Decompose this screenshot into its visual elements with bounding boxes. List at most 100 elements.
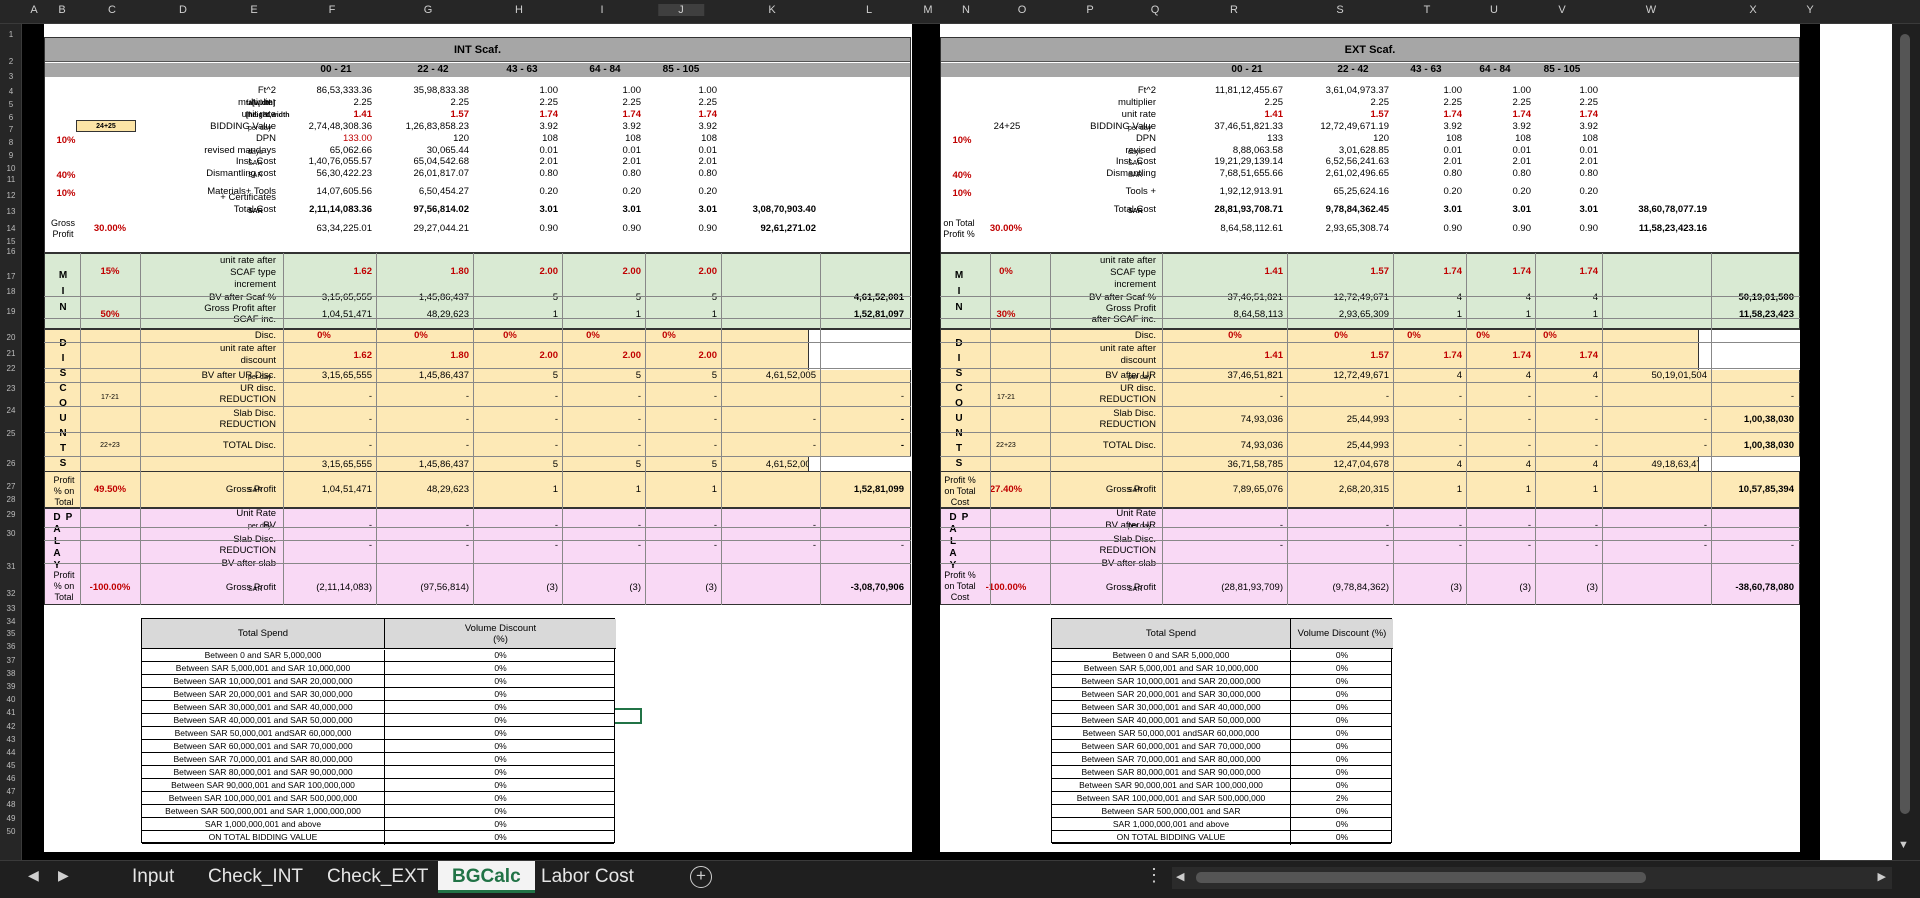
row-label-28[interactable]: 28 (0, 495, 22, 504)
row-label-15[interactable]: 15 (0, 237, 22, 246)
column-label-M[interactable]: M (923, 4, 932, 16)
column-label-D[interactable]: D (179, 4, 187, 16)
row-label-2[interactable]: 2 (0, 57, 22, 66)
row-label-6[interactable]: 6 (0, 113, 22, 122)
row-label-25[interactable]: 25 (0, 429, 22, 438)
int-dismantling-val-0: 56,30,422.23 (316, 168, 372, 179)
row-label-42[interactable]: 42 (0, 722, 22, 731)
sheet-tab-input[interactable]: Input (118, 861, 188, 893)
column-label-V[interactable]: V (1558, 4, 1565, 16)
row-label-37[interactable]: 37 (0, 656, 22, 665)
sheet-tab-bgcalc[interactable]: BGCalc (438, 861, 535, 893)
row-label-16[interactable]: 16 (0, 247, 22, 256)
column-label-W[interactable]: W (1646, 4, 1656, 16)
column-label-T[interactable]: T (1424, 4, 1431, 16)
row-label-50[interactable]: 50 (0, 827, 22, 836)
int-dp-gp-1: (97,56,814) (420, 582, 469, 593)
row-label-18[interactable]: 18 (0, 287, 22, 296)
row-label-19[interactable]: 19 (0, 307, 22, 316)
column-label-N[interactable]: N (962, 4, 970, 16)
column-label-E[interactable]: E (250, 4, 257, 16)
column-label-J[interactable]: J (658, 4, 704, 16)
row-label-38[interactable]: 38 (0, 669, 22, 678)
column-label-C[interactable]: C (108, 4, 116, 16)
row-label-48[interactable]: 48 (0, 800, 22, 809)
ext-total-5: - (1703, 440, 1707, 451)
ext-dp-rletter: P (961, 512, 969, 523)
column-label-Y[interactable]: Y (1806, 4, 1813, 16)
row-label-45[interactable]: 45 (0, 761, 22, 770)
ext-disc-letter-3: C (955, 383, 963, 394)
row-label-33[interactable]: 33 (0, 604, 22, 613)
column-label-L[interactable]: L (866, 4, 872, 16)
scroll-thumb[interactable] (1900, 34, 1910, 814)
add-sheet-icon[interactable]: + (690, 866, 712, 888)
column-label-F[interactable]: F (329, 4, 336, 16)
row-label-39[interactable]: 39 (0, 682, 22, 691)
column-label-S[interactable]: S (1336, 4, 1343, 16)
horizontal-scrollbar[interactable]: ◀ ▶ (1172, 867, 1892, 889)
scroll-left-icon[interactable]: ◀ (1176, 870, 1184, 883)
row-label-27[interactable]: 27 (0, 482, 22, 491)
row-label-32[interactable]: 32 (0, 589, 22, 598)
row-label-1[interactable]: 1 (0, 30, 22, 39)
row-label-22[interactable]: 22 (0, 364, 22, 373)
sheet-tab-labor-cost[interactable]: Labor Cost (527, 861, 648, 893)
column-label-Q[interactable]: Q (1151, 4, 1160, 16)
column-label-I[interactable]: I (600, 4, 603, 16)
ext-unit-sar3: SAR (1128, 208, 1143, 215)
row-label-9[interactable]: 9 (0, 151, 22, 160)
row-label-17[interactable]: 17 (0, 272, 22, 281)
sheet-tab-check-ext[interactable]: Check_EXT (313, 861, 442, 893)
row-label-35[interactable]: 35 (0, 629, 22, 638)
row-label-21[interactable]: 21 (0, 349, 22, 358)
column-label-R[interactable]: R (1230, 4, 1238, 16)
column-label-G[interactable]: G (424, 4, 433, 16)
column-label-U[interactable]: U (1490, 4, 1498, 16)
row-label-36[interactable]: 36 (0, 642, 22, 651)
row-label-30[interactable]: 30 (0, 529, 22, 538)
hscroll-thumb[interactable] (1196, 872, 1646, 883)
row-label-26[interactable]: 26 (0, 459, 22, 468)
row-label-44[interactable]: 44 (0, 748, 22, 757)
vertical-scrollbar[interactable]: ▼ (1892, 24, 1920, 860)
column-label-X[interactable]: X (1749, 4, 1756, 16)
right-arrow-icon[interactable]: ▶ (58, 867, 69, 884)
row-label-47[interactable]: 47 (0, 787, 22, 796)
column-label-P[interactable]: P (1086, 4, 1093, 16)
left-arrow-icon[interactable]: ◀ (28, 867, 39, 884)
row-label-24[interactable]: 24 (0, 406, 22, 415)
more-icon[interactable]: ⋮ (1145, 865, 1163, 886)
row-label-8[interactable]: 8 (0, 138, 22, 147)
row-label-10[interactable]: 10 (0, 164, 22, 173)
discount-value: 0% (494, 689, 507, 699)
column-label-B[interactable]: B (58, 4, 65, 16)
row-label-29[interactable]: 29 (0, 510, 22, 519)
int-total-val-5: 3,08,70,903.40 (752, 204, 816, 215)
column-label-H[interactable]: H (515, 4, 523, 16)
row-label-4[interactable]: 4 (0, 87, 22, 96)
sheet-tab-check-int[interactable]: Check_INT (194, 861, 317, 893)
row-label-49[interactable]: 49 (0, 814, 22, 823)
row-label-40[interactable]: 40 (0, 695, 22, 704)
scroll-right-icon[interactable]: ▶ (1878, 870, 1886, 883)
row-label-3[interactable]: 3 (0, 72, 22, 81)
row-label-43[interactable]: 43 (0, 735, 22, 744)
row-label-46[interactable]: 46 (0, 774, 22, 783)
row-label-14[interactable]: 14 (0, 224, 22, 233)
column-label-A[interactable]: A (30, 4, 37, 16)
row-label-34[interactable]: 34 (0, 617, 22, 626)
scroll-down-icon[interactable]: ▼ (1898, 839, 1909, 851)
row-label-41[interactable]: 41 (0, 708, 22, 717)
row-label-13[interactable]: 13 (0, 207, 22, 216)
row-label-11[interactable]: 11 (0, 175, 22, 184)
column-label-K[interactable]: K (768, 4, 775, 16)
column-label-O[interactable]: O (1018, 4, 1027, 16)
row-label-5[interactable]: 5 (0, 100, 22, 109)
int-urd-1: - (465, 391, 469, 402)
row-label-31[interactable]: 31 (0, 562, 22, 571)
row-label-20[interactable]: 20 (0, 333, 22, 342)
row-label-23[interactable]: 23 (0, 384, 22, 393)
row-label-7[interactable]: 7 (0, 125, 22, 134)
row-label-12[interactable]: 12 (0, 191, 22, 200)
